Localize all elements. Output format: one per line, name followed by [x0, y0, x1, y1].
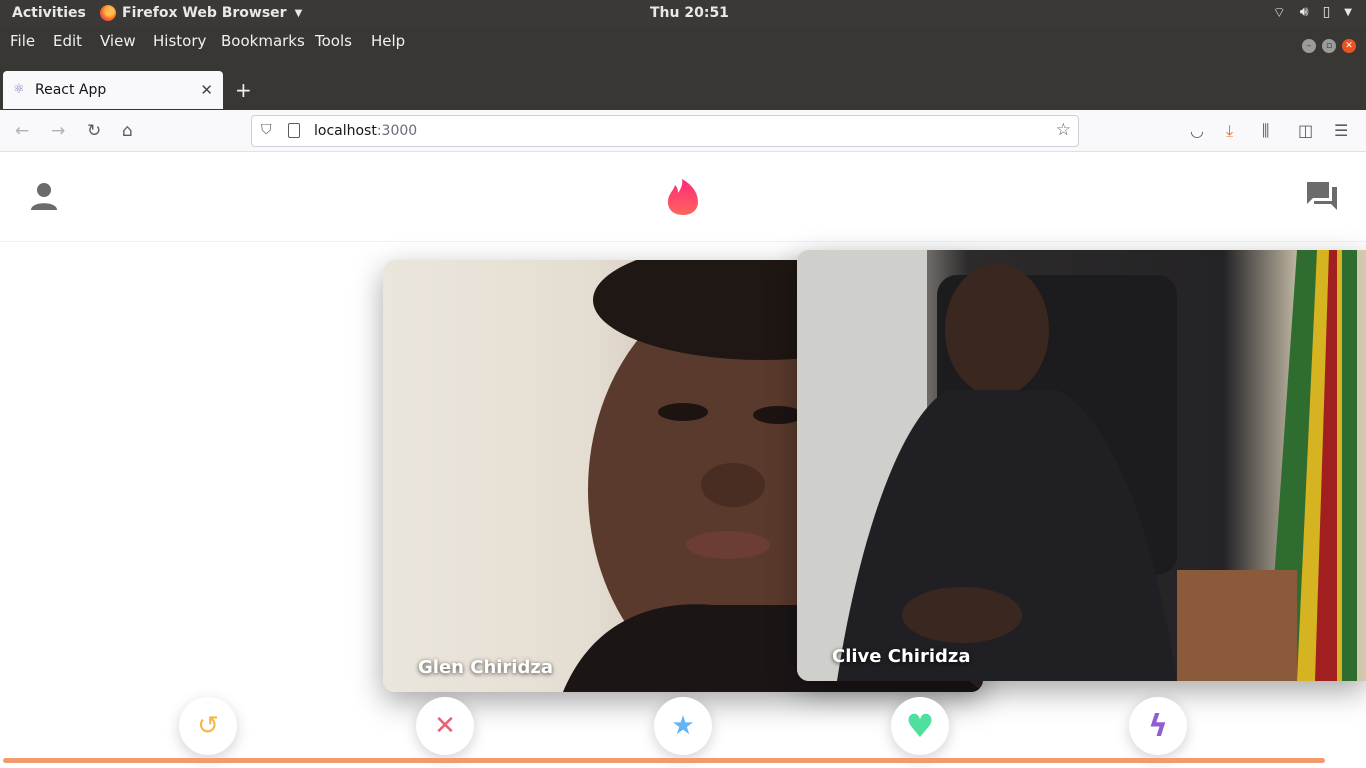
- undo-icon: ↺: [197, 711, 219, 741]
- home-icon[interactable]: ⌂: [122, 121, 133, 141]
- system-top-bar: Activities Firefox Web Browser ▼ Thu 20:…: [0, 0, 1366, 27]
- profile-name: Clive Chiridza: [832, 646, 971, 667]
- tab-title: React App: [35, 82, 107, 98]
- system-tray[interactable]: ⌔ 🔊︎ ▯ ▼: [1273, 4, 1352, 22]
- library-icon[interactable]: ⫼: [1262, 121, 1269, 141]
- app-header: [0, 152, 1366, 242]
- profile-card[interactable]: Clive Chiridza: [797, 250, 1366, 681]
- app-menu-label: Firefox Web Browser: [122, 5, 287, 21]
- menu-file[interactable]: File: [10, 32, 35, 50]
- menu-tools[interactable]: Tools: [315, 32, 352, 50]
- app-menu[interactable]: Firefox Web Browser ▼: [100, 5, 302, 21]
- firefox-icon: [100, 5, 116, 21]
- tinder-flame-logo[interactable]: [665, 178, 701, 216]
- bookmark-star-icon[interactable]: ☆: [1056, 120, 1071, 140]
- react-icon: ⚛: [13, 82, 25, 97]
- url-text[interactable]: localhost:3000: [314, 123, 417, 139]
- wifi-icon: ⌔: [1272, 5, 1286, 21]
- window-controls: – ▫ ✕: [1302, 39, 1356, 53]
- minimize-button[interactable]: –: [1302, 39, 1316, 53]
- volume-icon: 🔊︎: [1299, 4, 1309, 20]
- tab-strip: ⚛ React App ✕ +: [0, 63, 1366, 110]
- back-icon[interactable]: ←: [15, 121, 29, 141]
- star-icon: ★: [671, 711, 695, 741]
- close-window-button[interactable]: ✕: [1342, 39, 1356, 53]
- boost-button[interactable]: ϟ: [1129, 697, 1187, 755]
- close-icon: ✕: [434, 711, 456, 741]
- activities-button[interactable]: Activities: [12, 5, 86, 21]
- reload-icon[interactable]: ↻: [87, 121, 101, 141]
- hamburger-menu-icon[interactable]: ☰: [1334, 121, 1348, 140]
- close-tab-icon[interactable]: ✕: [200, 81, 213, 99]
- person-icon[interactable]: [30, 182, 58, 212]
- undo-button[interactable]: ↺: [179, 697, 237, 755]
- pocket-icon[interactable]: ◡: [1190, 121, 1204, 140]
- heart-icon: ♥: [905, 707, 935, 745]
- battery-icon: ▯: [1322, 4, 1331, 20]
- chevron-down-icon: ▼: [1344, 7, 1352, 18]
- forward-icon[interactable]: →: [51, 121, 65, 141]
- tab-react-app[interactable]: ⚛ React App ✕: [3, 71, 223, 109]
- sidebar-icon[interactable]: ◫: [1298, 121, 1313, 140]
- address-bar[interactable]: ⛉ localhost:3000 ☆: [251, 115, 1079, 147]
- profile-photo: [797, 250, 1357, 681]
- new-tab-button[interactable]: +: [235, 78, 252, 102]
- chat-icon[interactable]: [1305, 180, 1339, 212]
- menu-bookmarks[interactable]: Bookmarks: [221, 32, 305, 50]
- app-content: Glen Chiridza Clive Chiridza ↺ ✕ ★ ♥ ϟ: [0, 152, 1366, 768]
- page-icon: [288, 123, 300, 138]
- menu-history[interactable]: History: [153, 32, 206, 50]
- download-icon[interactable]: ⤓: [1226, 121, 1233, 141]
- bolt-icon: ϟ: [1148, 708, 1168, 744]
- like-button[interactable]: ♥: [891, 697, 949, 755]
- menu-view[interactable]: View: [100, 32, 136, 50]
- chevron-down-icon: ▼: [294, 7, 303, 19]
- clock[interactable]: Thu 20:51: [650, 5, 729, 21]
- menu-bar: File Edit View History Bookmarks Tools H…: [0, 27, 1366, 63]
- maximize-button[interactable]: ▫: [1322, 39, 1336, 53]
- bottom-accent-bar: [3, 758, 1325, 763]
- superlike-button[interactable]: ★: [654, 697, 712, 755]
- menu-edit[interactable]: Edit: [53, 32, 82, 50]
- shield-icon[interactable]: ⛉: [261, 122, 272, 138]
- menu-help[interactable]: Help: [371, 32, 405, 50]
- nav-toolbar: ← → ↻ ⌂ ⛉ localhost:3000 ☆ ◡ ⤓ ⫼ ◫ ☰: [0, 110, 1366, 152]
- profile-name: Glen Chiridza: [418, 657, 553, 678]
- dislike-button[interactable]: ✕: [416, 697, 474, 755]
